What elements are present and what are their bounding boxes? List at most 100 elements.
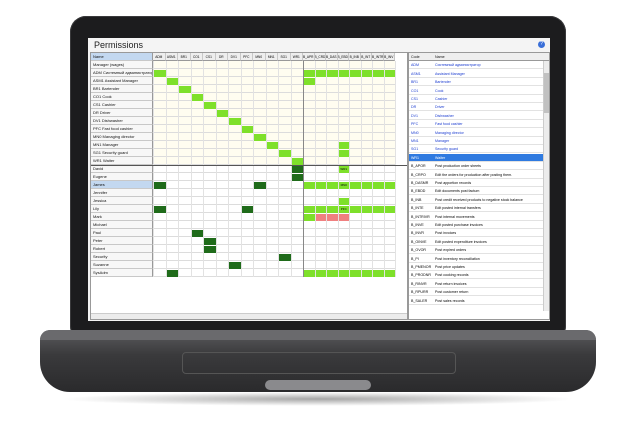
user-row-label[interactable]: David xyxy=(91,165,153,173)
role-row-label[interactable]: MN1 Manager xyxy=(91,141,153,149)
permission-cell[interactable] xyxy=(204,102,216,109)
permission-cell[interactable] xyxy=(315,182,326,189)
permission-cell[interactable] xyxy=(279,150,291,157)
permission-cell[interactable] xyxy=(361,182,372,189)
user-row-label[interactable]: James xyxy=(91,181,153,189)
permission-cell[interactable] xyxy=(291,166,303,173)
user-row-label[interactable]: Peter xyxy=(91,237,153,245)
permission-cell[interactable] xyxy=(373,206,384,213)
permission-cell[interactable] xyxy=(373,70,384,77)
column-header[interactable]: B_DAS xyxy=(326,53,338,61)
column-header[interactable]: ASM1 xyxy=(165,53,178,61)
permission-cell[interactable] xyxy=(179,86,191,93)
list-item[interactable]: B_OVOR Post expired orders xyxy=(409,246,549,255)
list-item[interactable]: B_PMENOR Post price updates xyxy=(409,263,549,271)
scrollbar-thumb[interactable] xyxy=(544,73,549,113)
user-row-label[interactable]: Security xyxy=(91,253,153,261)
column-header[interactable]: DV1 xyxy=(228,53,241,61)
permission-cell[interactable] xyxy=(315,206,326,213)
list-item[interactable]: CO1 Cook xyxy=(409,87,549,95)
user-row-label[interactable]: Robert xyxy=(91,245,153,253)
vertical-scrollbar[interactable] xyxy=(543,61,549,311)
permission-list[interactable]: Code Name ADM Системный администратор ASM1 As… xyxy=(408,52,550,320)
list-item[interactable]: B_INB Post credit received products to ne… xyxy=(409,196,549,204)
list-item[interactable]: B_INVR Post invoices xyxy=(409,229,549,238)
list-item[interactable]: B_APOR Post production order sheets xyxy=(409,162,549,171)
permission-cell[interactable] xyxy=(166,270,178,277)
permission-cell[interactable]: WR1 xyxy=(338,166,349,173)
permission-cell[interactable] xyxy=(327,70,338,77)
permission-cell[interactable] xyxy=(338,142,349,149)
permission-cell[interactable] xyxy=(315,70,326,77)
list-item[interactable]: B_EBDD Edit documents post factum xyxy=(409,187,549,196)
list-item[interactable]: MN1 Manager xyxy=(409,137,549,145)
list-item[interactable]: B_INVE Edit posted purchase invoices xyxy=(409,221,549,229)
list-item[interactable]: ASM1 Assistant Manager xyxy=(409,70,549,78)
permission-cell[interactable] xyxy=(291,174,303,181)
list-item[interactable]: B_RPURR Post customer return xyxy=(409,288,549,297)
column-header[interactable]: B_INV xyxy=(383,53,395,61)
role-row-label[interactable]: CS1 Cashier xyxy=(91,101,153,109)
role-row-label[interactable]: DR Driver xyxy=(91,109,153,117)
permission-cell[interactable] xyxy=(350,70,361,77)
header-code[interactable]: Code xyxy=(411,53,433,60)
column-header[interactable]: B_INB xyxy=(349,53,361,61)
permission-cell[interactable] xyxy=(229,262,241,269)
permission-cell[interactable] xyxy=(361,206,372,213)
permission-cell[interactable] xyxy=(304,270,315,277)
role-row-label[interactable]: PFC Fast food cashier xyxy=(91,125,153,133)
permission-cell[interactable] xyxy=(216,110,228,117)
permission-cell[interactable] xyxy=(327,206,338,213)
permission-cell[interactable] xyxy=(361,270,372,277)
user-row-label[interactable]: Lily xyxy=(91,205,153,213)
list-item[interactable]: B_DASMR Post apportion records xyxy=(409,179,549,187)
column-header[interactable]: MN1 xyxy=(265,53,278,61)
column-header[interactable]: ADM xyxy=(153,53,166,61)
permission-cell[interactable] xyxy=(266,142,278,149)
permission-cell[interactable] xyxy=(304,214,315,221)
user-row-label[interactable]: Michael xyxy=(91,221,153,229)
permission-cell[interactable] xyxy=(191,94,203,101)
column-header[interactable]: SG1 xyxy=(278,53,291,61)
role-row-label[interactable]: CO1 Cook xyxy=(91,93,153,101)
permission-cell[interactable] xyxy=(327,214,338,221)
column-header[interactable]: B_EBD xyxy=(337,53,349,61)
permission-cell[interactable] xyxy=(241,126,253,133)
user-row-label[interactable]: Suzanne xyxy=(91,261,153,269)
list-item[interactable]: MN0 Managing director xyxy=(409,129,549,137)
column-header[interactable]: B_INTR xyxy=(372,53,384,61)
permission-cell[interactable] xyxy=(191,230,203,237)
permission-cell[interactable]: PFC xyxy=(338,206,349,213)
list-item[interactable]: ADM Системный администратор xyxy=(409,61,549,70)
list-item[interactable]: DR Driver xyxy=(409,103,549,112)
list-item[interactable]: B_CRPO Edit the orders for production aft… xyxy=(409,171,549,179)
user-row-label[interactable]: Jennifer xyxy=(91,189,153,197)
user-row-label[interactable]: SysAdm xyxy=(91,269,153,277)
permission-cell[interactable] xyxy=(361,70,372,77)
list-item[interactable]: B_RINVR Post return invoices xyxy=(409,280,549,288)
permission-cell[interactable] xyxy=(304,78,315,85)
list-item[interactable]: CS1 Cashier xyxy=(409,95,549,103)
list-item[interactable]: BR1 Bartender xyxy=(409,78,549,87)
column-header[interactable]: WR1 xyxy=(290,53,303,61)
permission-cell[interactable] xyxy=(384,182,395,189)
permission-cell[interactable] xyxy=(327,270,338,277)
column-header[interactable]: DR xyxy=(215,53,228,61)
permission-cell[interactable] xyxy=(373,182,384,189)
column-header[interactable]: B_INT xyxy=(360,53,372,61)
role-row-label[interactable]: MN0 Managing director xyxy=(91,133,153,141)
list-item[interactable]: PFC Fast food cashier xyxy=(409,120,549,129)
list-item[interactable]: WR1 Waiter xyxy=(409,153,549,162)
role-row-label[interactable]: ADM Системный администратор xyxy=(91,69,153,77)
role-row-label[interactable]: BR1 Bartender xyxy=(91,85,153,93)
user-row-label[interactable]: Mark xyxy=(91,213,153,221)
permission-cell[interactable] xyxy=(315,214,326,221)
permission-cell[interactable] xyxy=(279,254,291,261)
permission-cell[interactable] xyxy=(384,270,395,277)
user-row-label[interactable]: Jessica xyxy=(91,197,153,205)
permission-cell[interactable] xyxy=(350,206,361,213)
list-item[interactable]: DV1 Dishwasher xyxy=(409,112,549,120)
column-header[interactable]: B_APR xyxy=(303,53,315,61)
permission-cell[interactable] xyxy=(154,206,166,213)
list-item[interactable]: SG1 Security guard xyxy=(409,145,549,154)
